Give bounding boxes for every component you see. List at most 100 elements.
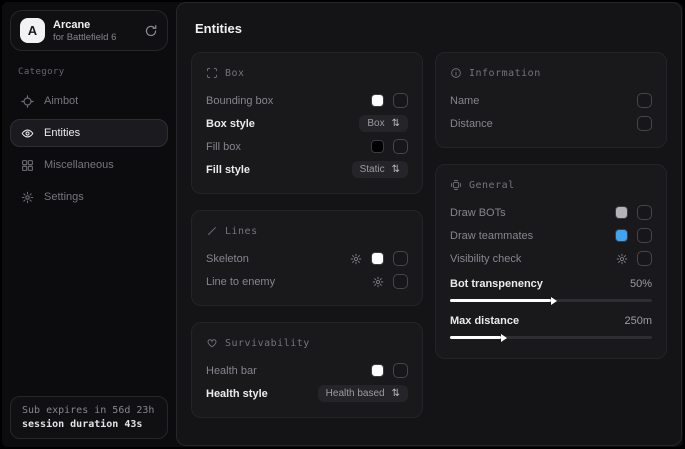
- sidebar-item-label: Settings: [44, 191, 84, 203]
- left-column: Box Bounding box Box style Box ⇅: [191, 52, 423, 418]
- card-general-header: General: [450, 179, 652, 191]
- scan-box-icon: [206, 67, 218, 79]
- fill-box-checkbox[interactable]: [393, 139, 408, 154]
- row-draw-bots: Draw BOTs: [450, 201, 652, 224]
- slider-fill: [450, 299, 551, 302]
- sidebar-nav: Aimbot Entities Miscellaneous: [10, 85, 168, 213]
- setting-label: Max distance: [450, 315, 519, 327]
- box-style-dropdown[interactable]: Box ⇅: [359, 115, 408, 132]
- row-bounding-box: Bounding box: [206, 89, 408, 112]
- fill-style-dropdown[interactable]: Static ⇅: [352, 161, 408, 178]
- updown-arrows-icon: ⇅: [392, 119, 400, 129]
- setting-label: Bounding box: [206, 95, 273, 107]
- card-general: General Draw BOTs Draw teammates: [435, 164, 667, 359]
- slider-fill: [450, 336, 501, 339]
- setting-label: Draw BOTs: [450, 207, 506, 219]
- draw-teammates-color-swatch[interactable]: [615, 229, 628, 242]
- setting-label: Distance: [450, 118, 493, 130]
- sidebar-item-label: Entities: [44, 127, 80, 139]
- updown-arrows-icon: ⇅: [392, 389, 400, 399]
- row-skeleton: Skeleton: [206, 247, 408, 270]
- refresh-icon[interactable]: [144, 24, 158, 38]
- app-subtitle: for Battlefield 6: [53, 32, 116, 43]
- distance-checkbox[interactable]: [637, 116, 652, 131]
- row-fill-box: Fill box: [206, 135, 408, 158]
- sidebar-item-settings[interactable]: Settings: [10, 183, 168, 211]
- setting-label: Line to enemy: [206, 276, 275, 288]
- setting-label: Bot transpenency: [450, 278, 543, 290]
- setting-label: Health bar: [206, 365, 257, 377]
- main-panel: Entities Box Bounding box: [176, 2, 682, 446]
- row-visibility-check: Visibility check: [450, 247, 652, 270]
- sidebar-item-label: Aimbot: [44, 95, 78, 107]
- visibility-check-settings-gear-icon[interactable]: [616, 253, 628, 265]
- row-name: Name: [450, 89, 652, 112]
- grid-dots-icon: [450, 179, 462, 191]
- health-style-dropdown[interactable]: Health based ⇅: [318, 385, 408, 402]
- eye-icon: [21, 127, 34, 140]
- app-name: Arcane: [53, 19, 116, 31]
- gear-icon: [21, 191, 34, 204]
- setting-label: Box style: [206, 118, 255, 130]
- subscription-info: Sub expires in 56d 23h session duration …: [10, 396, 168, 439]
- bot-transparency-slider[interactable]: [450, 299, 652, 302]
- heart-icon: [206, 337, 218, 349]
- row-draw-teammates: Draw teammates: [450, 224, 652, 247]
- draw-bots-checkbox[interactable]: [637, 205, 652, 220]
- page-title: Entities: [195, 21, 669, 36]
- card-lines: Lines Skeleton: [191, 210, 423, 306]
- dropdown-value: Health based: [326, 388, 385, 399]
- bounding-box-color-swatch[interactable]: [371, 94, 384, 107]
- draw-bots-color-swatch[interactable]: [615, 206, 628, 219]
- brand-text: Arcane for Battlefield 6: [53, 19, 116, 43]
- app-logo: A: [20, 18, 45, 43]
- setting-label: Skeleton: [206, 253, 249, 265]
- sidebar-item-aimbot[interactable]: Aimbot: [10, 87, 168, 115]
- skeleton-color-swatch[interactable]: [371, 252, 384, 265]
- setting-label: Visibility check: [450, 253, 521, 265]
- draw-teammates-checkbox[interactable]: [637, 228, 652, 243]
- info-icon: [450, 67, 462, 79]
- health-bar-checkbox[interactable]: [393, 363, 408, 378]
- fill-box-color-swatch[interactable]: [371, 140, 384, 153]
- line-to-enemy-settings-gear-icon[interactable]: [372, 276, 384, 288]
- card-information: Information Name Distance: [435, 52, 667, 148]
- card-survivability-header: Survivability: [206, 337, 408, 349]
- crosshair-icon: [21, 95, 34, 108]
- row-max-distance: Max distance 250m: [450, 309, 652, 332]
- line-to-enemy-checkbox[interactable]: [393, 274, 408, 289]
- row-line-to-enemy: Line to enemy: [206, 270, 408, 293]
- skeleton-settings-gear-icon[interactable]: [350, 253, 362, 265]
- setting-label: Health style: [206, 388, 268, 400]
- slider-value: 50%: [630, 278, 652, 290]
- row-bot-transparency: Bot transpenency 50%: [450, 272, 652, 295]
- health-bar-color-swatch[interactable]: [371, 364, 384, 377]
- card-title: Information: [469, 68, 541, 79]
- sidebar-item-entities[interactable]: Entities: [10, 119, 168, 147]
- dropdown-value: Box: [367, 118, 384, 129]
- pencil-icon: [206, 225, 218, 237]
- card-title: Survivability: [225, 338, 310, 349]
- sidebar-item-label: Miscellaneous: [44, 159, 114, 171]
- card-title: General: [469, 180, 515, 191]
- visibility-check-checkbox[interactable]: [637, 251, 652, 266]
- skeleton-checkbox[interactable]: [393, 251, 408, 266]
- card-survivability: Survivability Health bar Health style He…: [191, 322, 423, 418]
- card-box: Box Bounding box Box style Box ⇅: [191, 52, 423, 194]
- card-title: Lines: [225, 226, 258, 237]
- brand-card: A Arcane for Battlefield 6: [10, 10, 168, 51]
- sidebar-item-miscellaneous[interactable]: Miscellaneous: [10, 151, 168, 179]
- max-distance-slider[interactable]: [450, 336, 652, 339]
- bounding-box-checkbox[interactable]: [393, 93, 408, 108]
- card-lines-header: Lines: [206, 225, 408, 237]
- updown-arrows-icon: ⇅: [392, 165, 400, 175]
- row-health-bar: Health bar: [206, 359, 408, 382]
- row-fill-style: Fill style Static ⇅: [206, 158, 408, 181]
- name-checkbox[interactable]: [637, 93, 652, 108]
- setting-label: Fill box: [206, 141, 241, 153]
- max-distance-slider-block: Max distance 250m: [450, 309, 652, 339]
- card-information-header: Information: [450, 67, 652, 79]
- sub-expiry-text: Sub expires in 56d 23h: [22, 405, 156, 416]
- row-distance: Distance: [450, 112, 652, 135]
- row-health-style: Health style Health based ⇅: [206, 382, 408, 405]
